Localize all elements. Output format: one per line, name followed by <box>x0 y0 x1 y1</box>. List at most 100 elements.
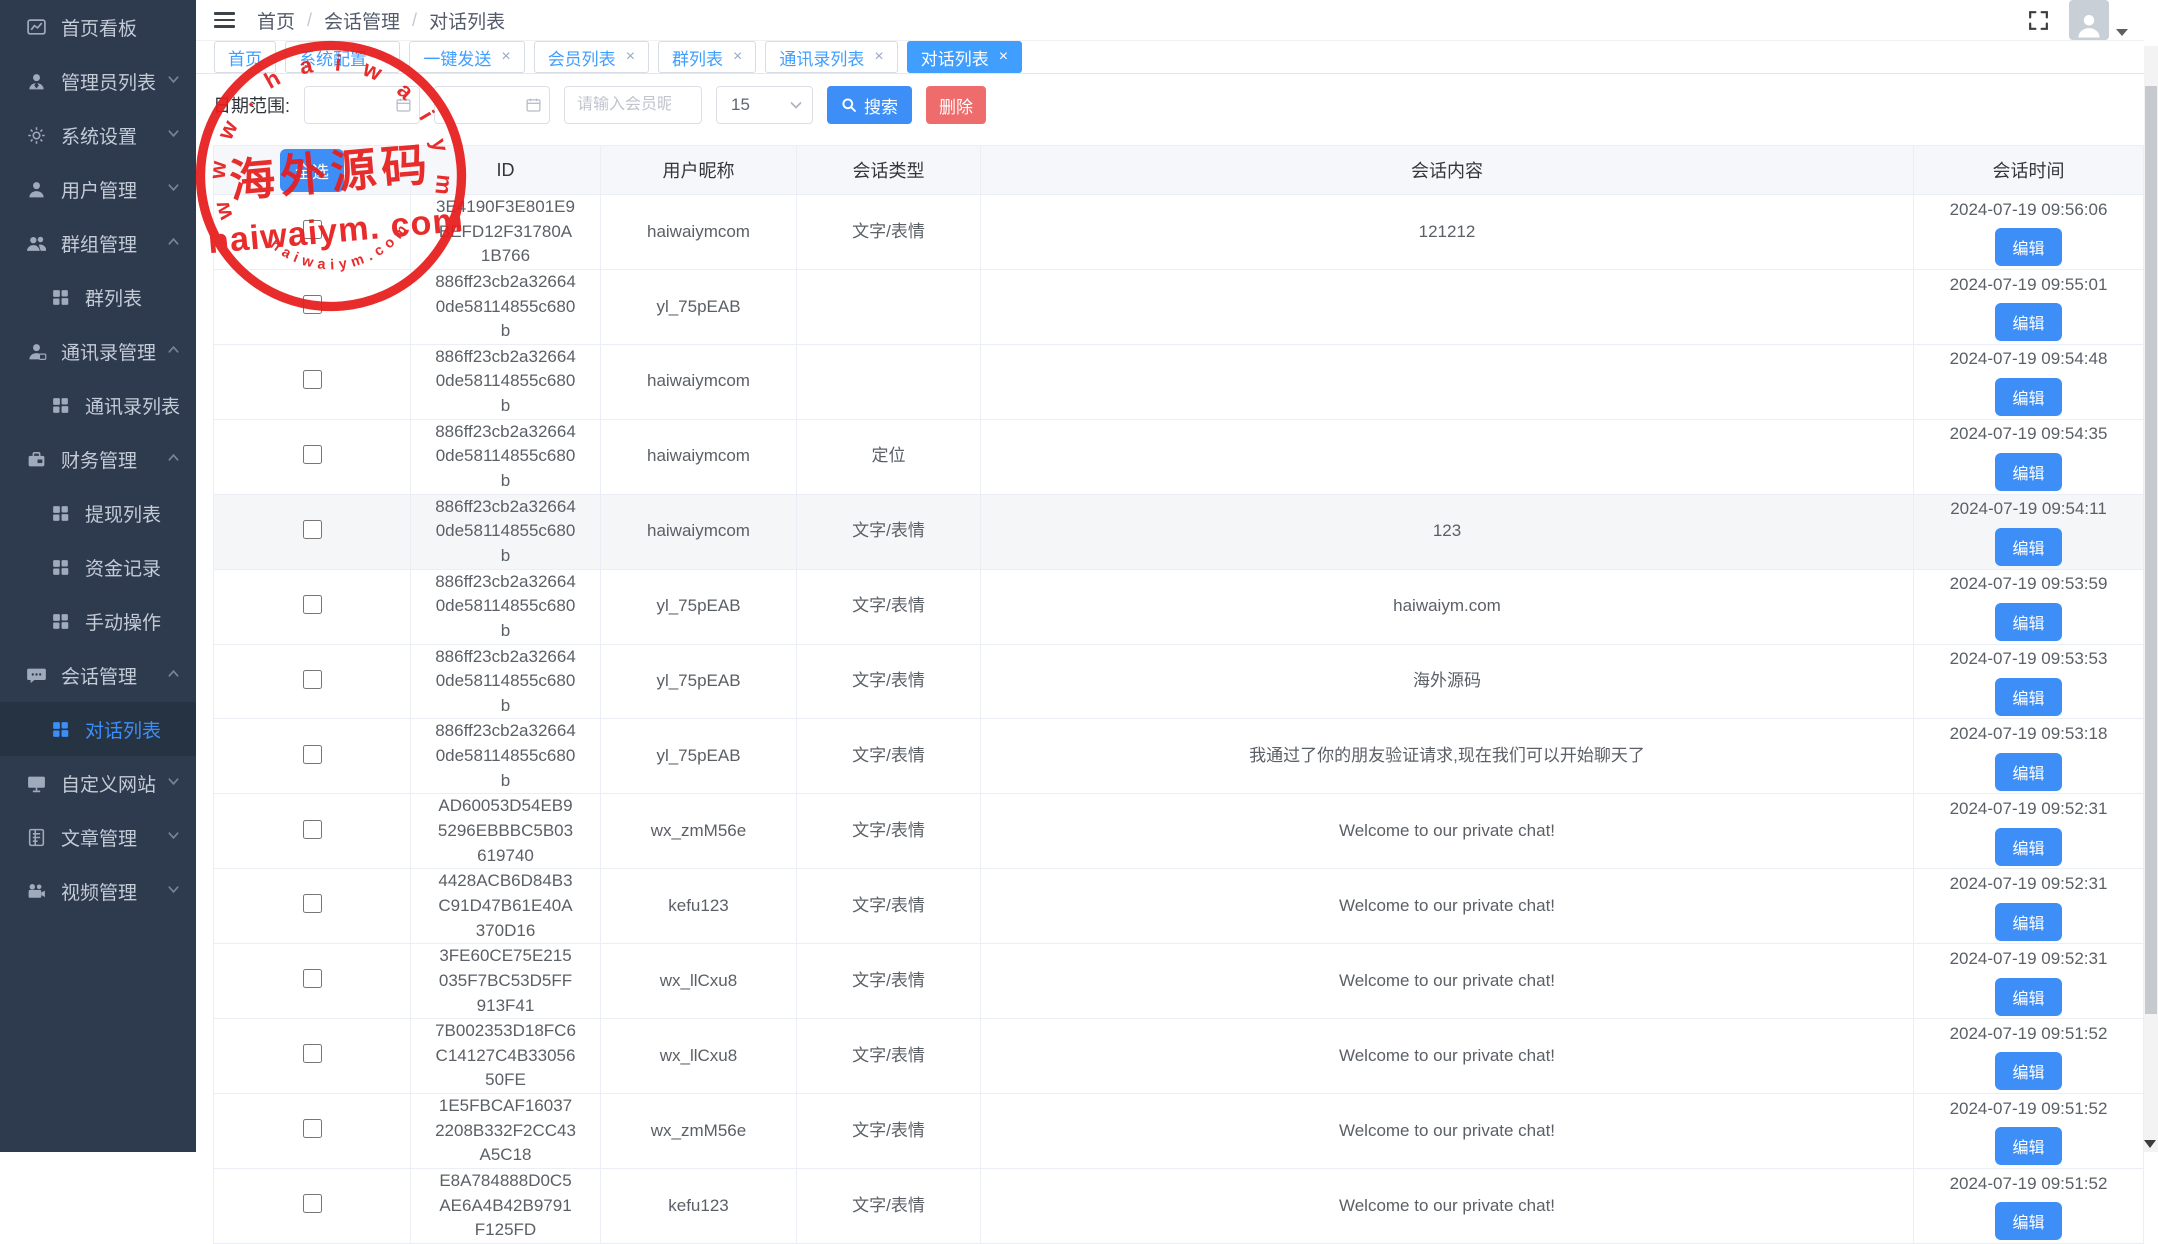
row-checkbox[interactable] <box>303 820 322 839</box>
edit-button[interactable]: 编辑 <box>1995 678 2061 716</box>
row-checkbox[interactable] <box>303 1044 322 1063</box>
row-checkbox[interactable] <box>303 370 322 389</box>
date-end-field[interactable] <box>434 86 550 124</box>
cell-id: 886ff23cb2a326640de58114855c680b <box>411 344 601 419</box>
cell-id: 1E5FBCAF160372208B332F2CC43A5C18 <box>411 1094 601 1169</box>
cell-time: 2024-07-19 09:54:11 <box>1915 497 2142 522</box>
sidebar-item-group-management[interactable]: 群组管理 <box>0 216 196 270</box>
tab-close-icon[interactable]: × <box>999 49 1008 65</box>
sidebar-item-custom-website[interactable]: 自定义网站 <box>0 756 196 810</box>
sidebar-item-dashboard[interactable]: 首页看板 <box>0 0 196 54</box>
row-checkbox[interactable] <box>303 445 322 464</box>
delete-button[interactable]: 删除 <box>926 86 986 124</box>
top-navbar: 首页/会话管理/对话列表 <box>196 0 2144 41</box>
sidebar-item-group-list[interactable]: 群列表 <box>0 270 196 324</box>
edit-button[interactable]: 编辑 <box>1995 528 2061 566</box>
row-checkbox[interactable] <box>303 295 322 314</box>
chevron-down-icon <box>167 880 180 902</box>
row-checkbox[interactable] <box>303 595 322 614</box>
breadcrumb-item[interactable]: 会话管理 <box>324 7 400 34</box>
table-row: 886ff23cb2a326640de58114855c680byl_75pEA… <box>214 644 2144 719</box>
sidebar-item-session-management[interactable]: 会话管理 <box>0 648 196 702</box>
user-menu[interactable] <box>2069 0 2128 40</box>
tab-dialog-list[interactable]: 对话列表× <box>907 41 1022 73</box>
edit-button[interactable]: 编辑 <box>1995 978 2061 1016</box>
cell-type <box>797 344 981 419</box>
sidebar-item-contacts-list[interactable]: 通讯录列表 <box>0 378 196 432</box>
search-button[interactable]: 搜索 <box>827 86 912 124</box>
sidebar-item-user-management[interactable]: 用户管理 <box>0 162 196 216</box>
breadcrumb-item[interactable]: 对话列表 <box>429 7 505 34</box>
sidebar-item-article-management[interactable]: 文章管理 <box>0 810 196 864</box>
edit-button[interactable]: 编辑 <box>1995 903 2061 941</box>
sidebar-item-video-management[interactable]: 视频管理 <box>0 864 196 918</box>
sidebar-item-contacts-management[interactable]: 通讯录管理 <box>0 324 196 378</box>
fullscreen-icon[interactable] <box>2026 8 2051 33</box>
edit-button[interactable]: 编辑 <box>1995 303 2061 341</box>
edit-button[interactable]: 编辑 <box>1995 453 2061 491</box>
cell-id: 7B002353D18FC6C14127C4B3305650FE <box>411 1019 601 1094</box>
sidebar-item-system-settings[interactable]: 系统设置 <box>0 108 196 162</box>
chevron-down-icon <box>167 124 180 146</box>
table-row: 886ff23cb2a326640de58114855c680bhaiwaiym… <box>214 344 2144 419</box>
tab-close-icon[interactable]: × <box>501 49 510 65</box>
cell-type <box>797 269 981 344</box>
row-checkbox[interactable] <box>303 894 322 913</box>
cell-type: 文字/表情 <box>797 644 981 719</box>
edit-button[interactable]: 编辑 <box>1995 228 2061 266</box>
cell-content: Welcome to our private chat! <box>981 944 1914 1019</box>
tab-system-config[interactable]: 系统配置× <box>285 41 400 73</box>
chevron-up-icon <box>167 232 180 254</box>
scrollbar-down-arrow[interactable] <box>2144 1140 2156 1148</box>
edit-button[interactable]: 编辑 <box>1995 1202 2061 1240</box>
scrollbar-thumb[interactable] <box>2145 86 2157 1014</box>
select-all-button[interactable]: 全选 <box>280 149 344 192</box>
tab-close-icon[interactable]: × <box>733 49 742 65</box>
nickname-field[interactable] <box>564 86 702 124</box>
row-checkbox[interactable] <box>303 670 322 689</box>
tab-member-list[interactable]: 会员列表× <box>534 41 649 73</box>
sidebar-item-label: 用户管理 <box>61 176 137 203</box>
row-checkbox[interactable] <box>303 969 322 988</box>
tab-contacts-list[interactable]: 通讯录列表× <box>765 41 897 73</box>
sidebar-item-withdraw-list[interactable]: 提现列表 <box>0 486 196 540</box>
tab-close-icon[interactable]: × <box>874 49 883 65</box>
tab-close-icon[interactable]: × <box>626 49 635 65</box>
edit-button[interactable]: 编辑 <box>1995 1127 2061 1165</box>
tab-home[interactable]: 首页 <box>214 41 276 73</box>
sidebar-item-funds-records[interactable]: 资金记录 <box>0 540 196 594</box>
table-row: 4428ACB6D84B3C91D47B61E40A370D16kefu123文… <box>214 869 2144 944</box>
contacts-icon <box>25 340 47 362</box>
edit-button[interactable]: 编辑 <box>1995 828 2061 866</box>
breadcrumb-item[interactable]: 首页 <box>257 7 295 34</box>
table-header-row: 全选 ID 用户昵称 会话类型 会话内容 会话时间 <box>214 146 2144 195</box>
cell-time: 2024-07-19 09:51:52 <box>1915 1172 2142 1197</box>
cell-content: Welcome to our private chat! <box>981 1168 1914 1243</box>
scrollbar-track[interactable] <box>2144 46 2158 1152</box>
page-size-select[interactable]: 15 <box>716 86 813 124</box>
cell-content: haiwaiym.com <box>981 569 1914 644</box>
sidebar-item-finance-management[interactable]: 财务管理 <box>0 432 196 486</box>
row-checkbox[interactable] <box>303 1194 322 1213</box>
row-checkbox[interactable] <box>303 220 322 239</box>
sidebar-item-dialog-list[interactable]: 对话列表 <box>0 702 196 756</box>
edit-button[interactable]: 编辑 <box>1995 603 2061 641</box>
row-checkbox[interactable] <box>303 520 322 539</box>
edit-button[interactable]: 编辑 <box>1995 1052 2061 1090</box>
tab-bar: 首页系统配置× 一键发送× 会员列表× 群列表× 通讯录列表× 对话列表× <box>196 41 2144 74</box>
tab-one-key-send[interactable]: 一键发送× <box>409 41 524 73</box>
tab-group-list[interactable]: 群列表× <box>658 41 756 73</box>
edit-button[interactable]: 编辑 <box>1995 753 2061 791</box>
sidebar-item-manual-operation[interactable]: 手动操作 <box>0 594 196 648</box>
nickname-input[interactable] <box>565 96 701 114</box>
sidebar-item-label: 对话列表 <box>85 716 161 743</box>
hamburger-menu-icon[interactable] <box>214 12 235 28</box>
tab-close-icon[interactable]: × <box>377 49 386 65</box>
row-checkbox[interactable] <box>303 1119 322 1138</box>
date-start-field[interactable] <box>304 86 420 124</box>
grid-icon <box>49 718 71 740</box>
row-checkbox[interactable] <box>303 745 322 764</box>
cell-id: 4428ACB6D84B3C91D47B61E40A370D16 <box>411 869 601 944</box>
edit-button[interactable]: 编辑 <box>1995 378 2061 416</box>
sidebar-item-admin-list[interactable]: 管理员列表 <box>0 54 196 108</box>
